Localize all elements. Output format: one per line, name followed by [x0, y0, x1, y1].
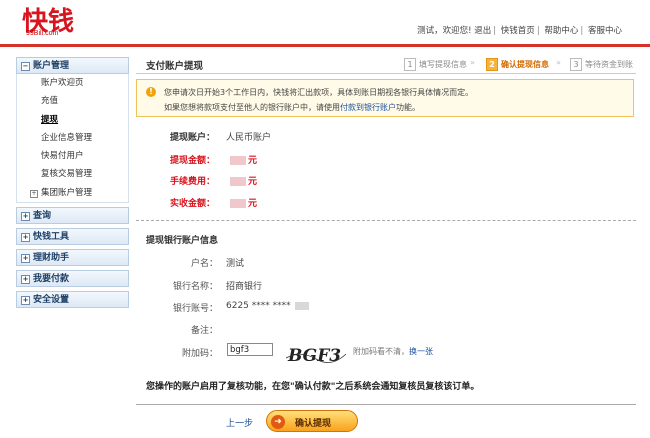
account-value: 人民币账户: [226, 133, 272, 143]
sidebar-section-security[interactable]: + 安全设置: [16, 291, 129, 309]
amount-label: 提现金额：: [170, 156, 216, 166]
notice-text-2: 如果您想将款项支付至他人的银行账户中，请使用付款到银行账户功能。: [164, 103, 420, 112]
welcome-text: 测试，欢迎您!: [417, 26, 472, 36]
expand-icon: +: [30, 189, 38, 198]
logo-domain-text: 99Bill.com: [26, 30, 59, 37]
account-submenu: 账户欢迎页 充值 提现 企业信息管理 快易付用户 复核交易管理 + 集团账户管理: [16, 74, 129, 204]
collapse-icon: −: [21, 62, 30, 71]
help-link[interactable]: 帮助中心: [544, 26, 578, 36]
step-arrow-icon: »: [556, 58, 561, 67]
page-title: 支付账户提现: [146, 61, 204, 72]
step-2-current: 2 确认提现信息: [486, 58, 549, 71]
remark-label: 备注：: [190, 326, 218, 336]
verification-code-input[interactable]: [227, 343, 273, 356]
fee-value: 元: [230, 174, 257, 187]
fee-label: 手续费用：: [170, 177, 216, 187]
account-number-label: 银行账号：: [172, 304, 218, 314]
header-divider: [0, 44, 650, 47]
bank-name-value: 招商银行: [226, 282, 263, 292]
service-link[interactable]: 客服中心: [588, 26, 622, 36]
prev-step-link[interactable]: 上一步: [226, 416, 253, 429]
account-label: 提现账户：: [170, 133, 216, 143]
code-label: 附加码：: [181, 349, 218, 359]
step-1: 1 填写提现信息: [404, 58, 467, 71]
captcha-image[interactable]: BGF3: [286, 344, 346, 366]
captcha-hint: 附加码看不清，换一张: [353, 347, 433, 356]
section-divider: [136, 220, 636, 221]
arrow-right-icon: ➜: [271, 415, 285, 429]
step-3: 3 等待资金到账: [570, 58, 633, 71]
sidebar: − 账户管理 账户欢迎页 充值 提现 企业信息管理 快易付用户 复核交易管理 + 集…: [16, 57, 129, 312]
sidebar-item-group-account[interactable]: + 集团账户管理: [17, 184, 128, 202]
sidebar-section-tools[interactable]: + 快钱工具: [16, 228, 129, 246]
info-icon: !: [146, 87, 156, 97]
step-arrow-icon: »: [470, 58, 475, 67]
sidebar-item-company-info[interactable]: 企业信息管理: [17, 129, 128, 147]
sidebar-section-payment[interactable]: + 我要付款: [16, 270, 129, 288]
logout-link[interactable]: 退出: [474, 26, 491, 36]
bank-info-title: 提现银行账户信息: [146, 236, 219, 246]
expand-icon: +: [21, 233, 30, 243]
bottom-divider: [136, 404, 636, 405]
svg-text:BGF3: BGF3: [287, 346, 341, 366]
pay-to-bank-link[interactable]: 付款到银行账户: [340, 103, 396, 112]
sidebar-item-welcome[interactable]: 账户欢迎页: [17, 74, 128, 92]
sidebar-section-finance[interactable]: + 理财助手: [16, 249, 129, 267]
home-link[interactable]: 快钱首页: [501, 26, 535, 36]
received-value: 元: [230, 196, 257, 209]
notice-text: 您申请次日开始3个工作日内，快钱将汇出款项，具体到账日期视各银行具体情况而定。: [164, 88, 474, 97]
sidebar-item-review[interactable]: 复核交易管理: [17, 165, 128, 183]
confirm-withdraw-button[interactable]: ➜ 确认提现: [266, 410, 358, 432]
holder-label: 户名：: [190, 259, 218, 269]
holder-value: 测试: [226, 259, 245, 269]
sidebar-item-kuaiyifu[interactable]: 快易付用户: [17, 147, 128, 165]
sidebar-item-withdraw[interactable]: 提现: [17, 111, 128, 129]
title-bar: [136, 51, 636, 74]
account-number-value: 6225 **** ****: [226, 301, 309, 311]
bank-name-label: 银行名称：: [172, 282, 218, 292]
sidebar-section-query[interactable]: + 查询: [16, 207, 129, 225]
captcha-refresh-link[interactable]: 换一张: [409, 347, 433, 356]
expand-icon: +: [21, 212, 30, 222]
sidebar-section-account[interactable]: − 账户管理: [16, 57, 129, 74]
amount-value: 元: [230, 153, 257, 166]
review-notice: 您操作的账户启用了复核功能，在您"确认付款"之后系统会通知复核员复核该订单。: [146, 382, 480, 392]
expand-icon: +: [21, 275, 30, 285]
received-label: 实收金额：: [170, 199, 216, 209]
top-nav: 测试，欢迎您! 退出 | 快钱首页 | 帮助中心 | 客服中心: [417, 26, 622, 36]
sidebar-item-recharge[interactable]: 充值: [17, 92, 128, 110]
expand-icon: +: [21, 296, 30, 306]
expand-icon: +: [21, 254, 30, 264]
